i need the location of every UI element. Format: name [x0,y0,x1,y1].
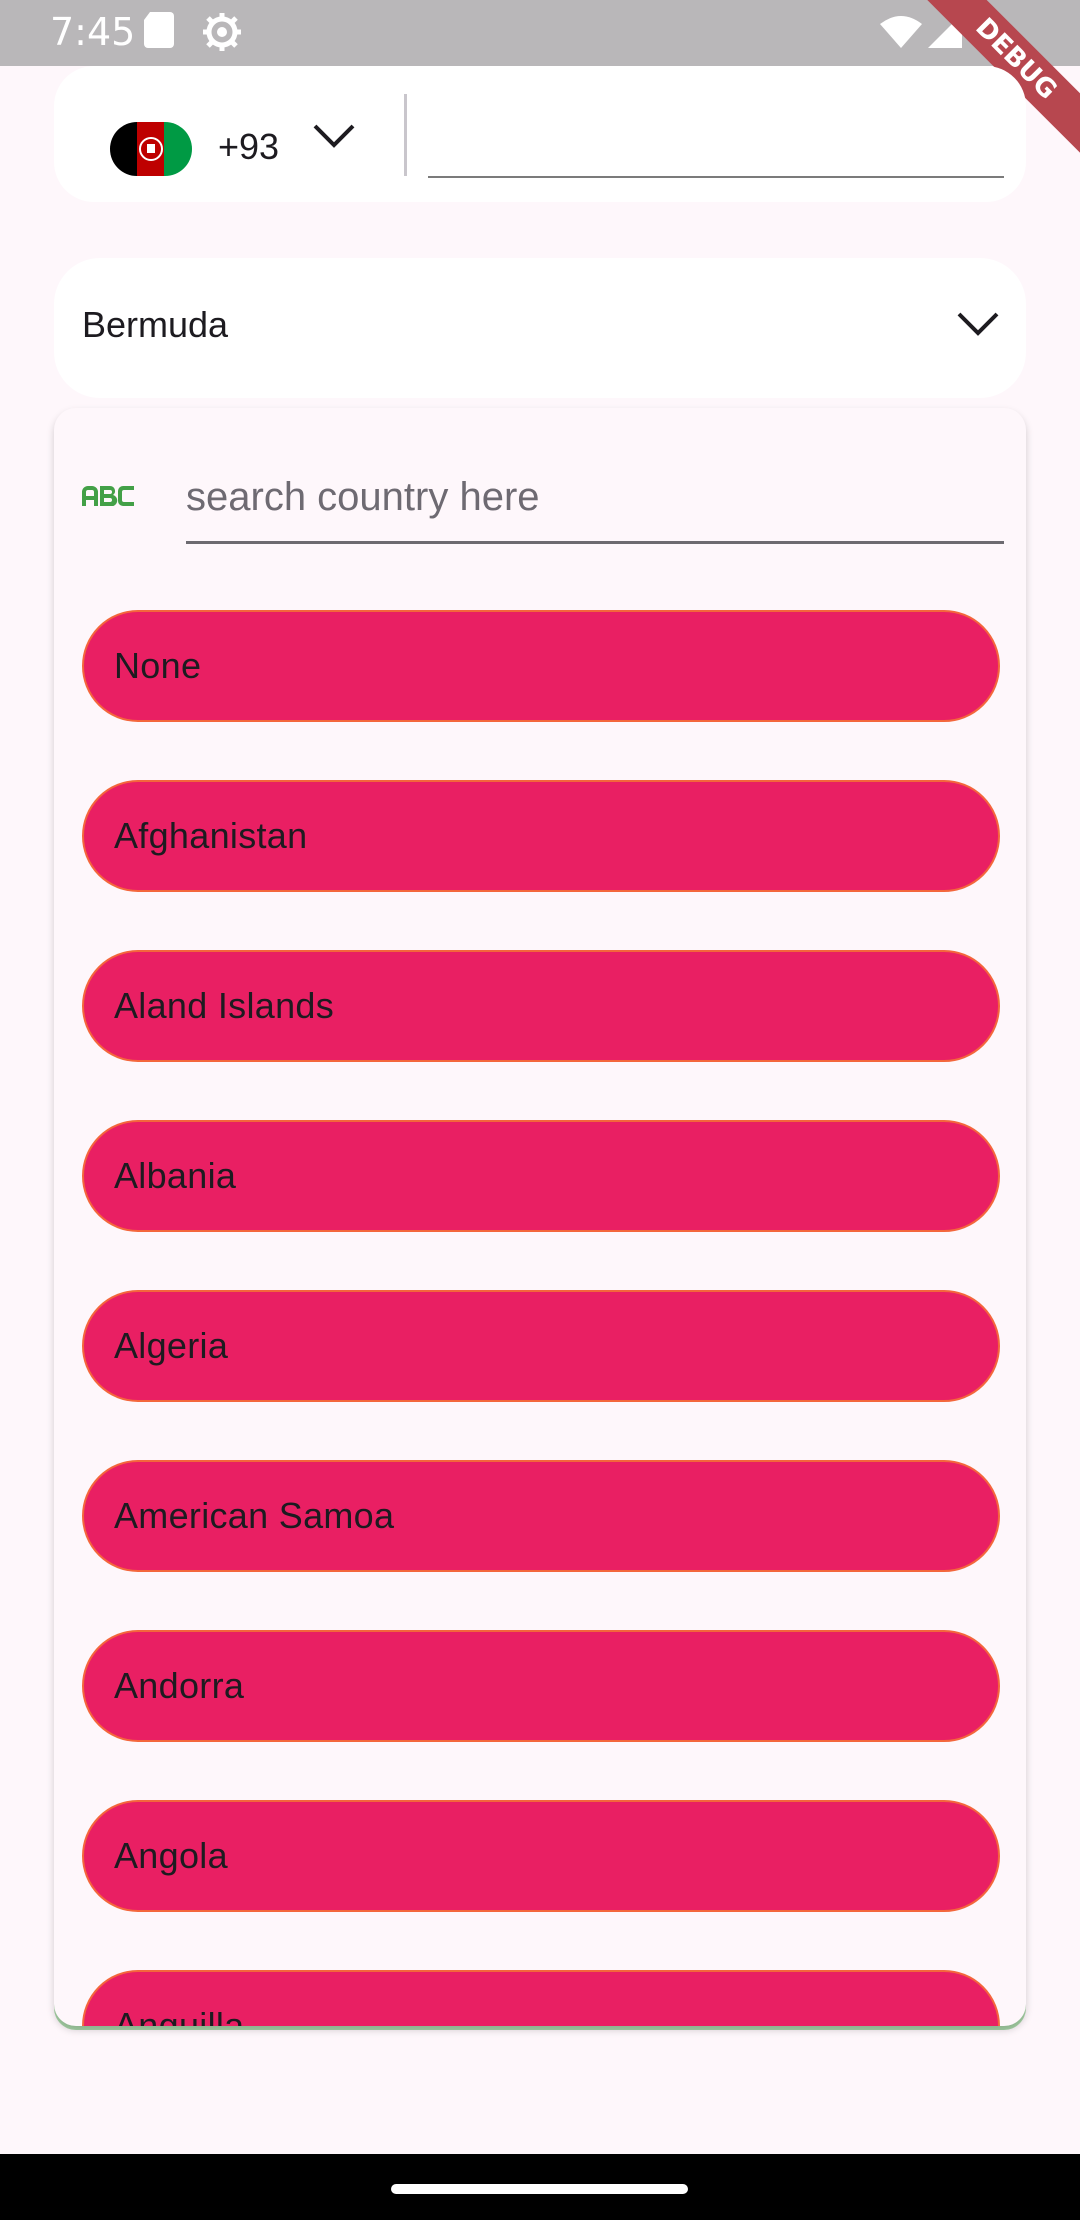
list-item-label: Aland Islands [114,985,335,1026]
list-item-label: Andorra [114,1665,245,1706]
chevron-down-icon[interactable] [956,310,1000,343]
status-time: 7:45 [50,10,136,54]
settings-icon [202,12,242,57]
dial-code[interactable]: +93 [218,126,279,168]
sd-card-icon [144,12,174,53]
navigation-bar [0,2154,1080,2220]
list-item-label: American Samoa [114,1495,395,1536]
list-item[interactable]: Aland Islands [82,950,1000,1062]
list-item[interactable]: Angola [82,1800,1000,1912]
status-bar: 7:45 [0,0,1080,66]
chevron-down-icon[interactable] [312,122,356,155]
divider [404,94,407,176]
list-item-label: Afghanistan [114,815,308,856]
list-item-label: Angola [114,1835,228,1876]
selected-country: Bermuda [82,304,229,345]
country-list: None Afghanistan Aland Islands Albania A… [82,610,1000,2026]
abc-icon [82,486,134,507]
list-item-label: Anguilla [114,2005,245,2026]
list-item-label: Albania [114,1155,237,1196]
list-item[interactable]: Algeria [82,1290,1000,1402]
country-list-panel: None Afghanistan Aland Islands Albania A… [54,408,1026,2026]
home-handle[interactable] [391,2184,688,2194]
list-item[interactable]: None [82,610,1000,722]
list-item-label: None [114,645,202,686]
search-input[interactable] [186,454,1004,544]
list-item[interactable]: Albania [82,1120,1000,1232]
phone-number-input[interactable] [428,94,1004,178]
list-item-label: Algeria [114,1325,229,1366]
list-item[interactable]: Andorra [82,1630,1000,1742]
wifi-icon [880,16,922,53]
phone-number-field: +93 [54,66,1026,202]
list-item[interactable]: Anguilla [82,1970,1000,2026]
country-dropdown[interactable]: Bermuda [54,258,1026,398]
list-item[interactable]: American Samoa [82,1460,1000,1572]
afghanistan-flag-icon[interactable] [110,122,192,176]
list-item[interactable]: Afghanistan [82,780,1000,892]
